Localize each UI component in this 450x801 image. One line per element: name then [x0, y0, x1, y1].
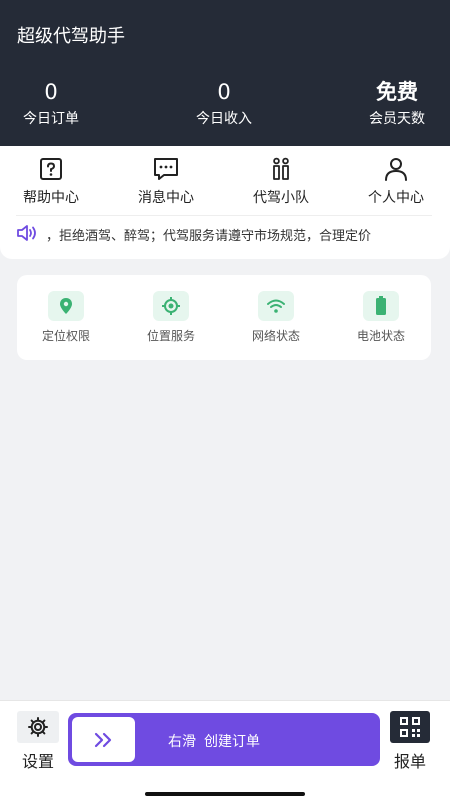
menu-item-profile[interactable]: 个人中心	[351, 156, 441, 207]
status-icon-box	[363, 291, 399, 321]
status-icon-box	[48, 291, 84, 321]
status-battery[interactable]: 电池状态	[336, 291, 426, 344]
stat-today-orders: 0 今日订单	[16, 80, 86, 128]
status-location-service[interactable]: 位置服务	[126, 291, 216, 344]
battery-icon	[376, 296, 386, 315]
swipe-create-order-slider[interactable]: 右滑 创建订单	[68, 713, 380, 766]
menu-item-label: 消息中心	[138, 190, 194, 206]
bottom-bar: 设置 右滑 创建订单 报单	[0, 700, 450, 801]
user-icon	[385, 158, 407, 181]
report-icon-box	[390, 711, 430, 743]
menu-item-team[interactable]: 代驾小队	[236, 156, 326, 207]
status-location-permission[interactable]: 定位权限	[21, 291, 111, 344]
settings-button[interactable]: 设置	[16, 711, 60, 772]
slider-handle[interactable]	[72, 717, 135, 762]
stat-member-days: 免费 会员天数	[361, 80, 433, 128]
notice-bar[interactable]: ，拒绝酒驾、醉驾；代驾服务请遵守市场规范，合理定价	[16, 222, 434, 244]
message-icon	[154, 158, 178, 180]
stat-value: 0	[44, 80, 58, 104]
help-icon	[40, 158, 62, 180]
status-icon-box	[258, 291, 294, 321]
speaker-icon	[17, 225, 36, 241]
menu-card: 帮助中心 消息中心 代驾小队 个人中心 ，拒绝酒驾、醉驾；代驾服务请遵守市场规范…	[0, 146, 450, 259]
status-network[interactable]: 网络状态	[231, 291, 321, 344]
qr-code-icon	[400, 717, 420, 737]
gear-icon	[28, 717, 48, 737]
stat-value: 0	[217, 80, 231, 104]
menu-item-label: 帮助中心	[23, 190, 79, 206]
stat-today-income: 0 今日收入	[188, 80, 260, 128]
status-label: 网络状态	[251, 329, 300, 343]
wifi-icon	[267, 299, 285, 313]
stat-value: 免费	[376, 80, 418, 104]
header: 超级代驾助手 0 今日订单 0 今日收入 免费 会员天数	[0, 0, 450, 146]
menu-item-help[interactable]: 帮助中心	[6, 156, 96, 207]
location-target-icon	[162, 297, 180, 315]
app-title: 超级代驾助手	[17, 26, 125, 47]
double-chevron-right-icon	[94, 732, 111, 747]
settings-label: 设置	[21, 752, 54, 771]
report-button[interactable]: 报单	[390, 711, 430, 772]
slider-action: 创建订单	[204, 734, 260, 750]
home-indicator	[145, 792, 305, 796]
notice-text: ，拒绝酒驾、醉驾；代驾服务请遵守市场规范，合理定价	[46, 229, 372, 244]
menu-item-messages[interactable]: 消息中心	[121, 156, 211, 207]
team-icon	[273, 157, 289, 180]
menu-item-label: 代驾小队	[253, 190, 309, 206]
status-icon-box	[153, 291, 189, 321]
stat-label: 今日收入	[196, 111, 252, 127]
stat-label: 会员天数	[369, 111, 425, 127]
settings-icon-box	[17, 711, 59, 743]
slider-text: 右滑 创建订单	[168, 731, 260, 751]
location-pin-icon	[60, 298, 72, 314]
status-label: 电池状态	[356, 329, 405, 343]
slider-hint: 右滑	[168, 734, 196, 750]
menu-item-label: 个人中心	[368, 190, 424, 206]
status-label: 位置服务	[146, 329, 195, 343]
divider	[16, 215, 432, 216]
report-label: 报单	[393, 752, 426, 771]
status-label: 定位权限	[41, 329, 90, 343]
stat-label: 今日订单	[23, 111, 79, 127]
status-card: 定位权限 位置服务 网络状态 电池状态	[17, 275, 431, 360]
